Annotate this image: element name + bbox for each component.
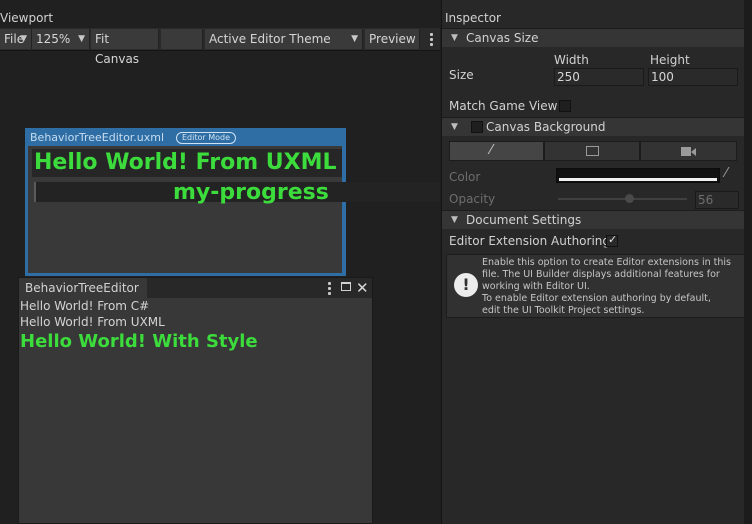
info-icon: ! (454, 273, 478, 297)
canvas-body[interactable]: Hello World! From UXML my-progress (28, 146, 440, 273)
canvas-document-name: BehaviorTreeEditor.uxml (30, 131, 165, 144)
color-alpha-bar (559, 178, 717, 181)
behavior-tree-editor-window: BehaviorTreeEditor ✕ Hello World! From C… (18, 277, 373, 524)
background-mode-buttons: ⁄ (449, 141, 749, 161)
collapse-triangle-icon: ▼ (451, 215, 458, 225)
info-line: file. The UI Builder displays additional… (482, 269, 720, 280)
editor-line-csharp: Hello World! From C# (20, 299, 150, 313)
toolbar-spacer (161, 29, 203, 49)
canvas-size-header: Canvas Size (466, 31, 539, 45)
editor-extension-checkbox[interactable]: ✓ (606, 233, 618, 247)
chevron-down-icon: ▼ (20, 34, 27, 44)
info-help-box: ! Enable this option to create Editor ex… (446, 254, 749, 318)
viewport-panel: Viewport File ▼ 125% ▼ Fit Canvas Active… (0, 0, 440, 524)
progress-label: my-progress (173, 180, 329, 205)
maximize-icon[interactable] (341, 282, 351, 291)
image-mode-button[interactable] (544, 141, 640, 161)
fit-canvas-button[interactable]: Fit Canvas (91, 29, 159, 66)
eyedropper-icon[interactable]: ⁄ (725, 166, 727, 181)
editor-line-uxml: Hello World! From UXML (20, 315, 165, 329)
camera-mode-button[interactable] (640, 141, 737, 161)
width-field[interactable]: 250 (554, 68, 644, 86)
width-label: Width (554, 53, 589, 67)
info-line: edit the UI Toolkit Project settings. (482, 305, 645, 316)
theme-dropdown[interactable]: Active Editor Theme ▼ (205, 29, 363, 49)
theme-label: Active Editor Theme (209, 32, 331, 46)
editor-styled-line: Hello World! With Style (20, 331, 258, 352)
match-game-view-label: Match Game View (449, 99, 558, 113)
opacity-field[interactable]: 56 (695, 191, 739, 209)
opacity-slider-handle[interactable] (625, 194, 634, 203)
inspector-tab[interactable]: Inspector (445, 8, 501, 28)
opacity-label: Opacity (449, 192, 496, 206)
viewport-tab[interactable]: Viewport (0, 8, 53, 28)
collapse-triangle-icon: ▼ (451, 122, 458, 132)
editor-extension-label: Editor Extension Authoring (449, 234, 611, 248)
collapse-triangle-icon: ▼ (451, 33, 458, 43)
viewport-toolbar: File ▼ 125% ▼ Fit Canvas Active Editor T… (0, 28, 440, 66)
image-icon (586, 146, 599, 156)
canvas-title-label[interactable]: Hello World! From UXML (32, 149, 342, 177)
editor-tab-bar: BehaviorTreeEditor ✕ (19, 278, 372, 298)
canvas-frame[interactable]: BehaviorTreeEditor.uxml Editor Mode Hell… (25, 128, 440, 276)
match-game-view-checkbox[interactable] (559, 100, 571, 112)
canvas-background-header: Canvas Background (486, 120, 606, 134)
size-label: Size (449, 68, 474, 82)
opacity-slider-track[interactable] (558, 198, 687, 200)
camera-lens-icon (691, 148, 696, 156)
inspector-panel: Inspector ▼ Canvas Size Width Height Siz… (441, 0, 752, 524)
zoom-dropdown[interactable]: 125% ▼ (32, 29, 90, 49)
canvas-background-toggle[interactable] (471, 121, 483, 133)
document-settings-header: Document Settings (466, 213, 582, 227)
info-line: Enable this option to create Editor exte… (482, 257, 731, 268)
file-menu[interactable]: File ▼ (0, 29, 32, 49)
document-settings-section[interactable]: ▼ Document Settings (442, 210, 752, 229)
chevron-down-icon: ▼ (78, 34, 85, 44)
height-field[interactable]: 100 (648, 68, 738, 86)
more-options-icon[interactable] (328, 282, 331, 297)
camera-icon (681, 147, 691, 156)
color-mode-button[interactable]: ⁄ (449, 141, 544, 161)
info-line: working with Editor UI. (482, 281, 590, 292)
close-icon[interactable]: ✕ (356, 278, 369, 298)
chevron-down-icon: ▼ (351, 34, 358, 44)
right-dock-strip (744, 0, 752, 524)
zoom-label: 125% (36, 32, 71, 46)
editor-tab[interactable]: BehaviorTreeEditor (19, 278, 147, 298)
color-label: Color (449, 170, 481, 184)
checkmark-icon: ✓ (608, 233, 618, 246)
canvas-background-section[interactable]: ▼ Canvas Background (442, 117, 752, 136)
more-options-icon[interactable] (430, 33, 433, 48)
eyedropper-icon: ⁄ (490, 143, 493, 158)
height-label: Height (650, 53, 690, 67)
color-swatch[interactable] (556, 168, 720, 183)
editor-mode-badge: Editor Mode (176, 132, 237, 144)
preview-button[interactable]: Preview (365, 29, 420, 49)
info-line: To enable Editor extension authoring by … (482, 293, 711, 304)
canvas-size-section[interactable]: ▼ Canvas Size (442, 28, 752, 47)
